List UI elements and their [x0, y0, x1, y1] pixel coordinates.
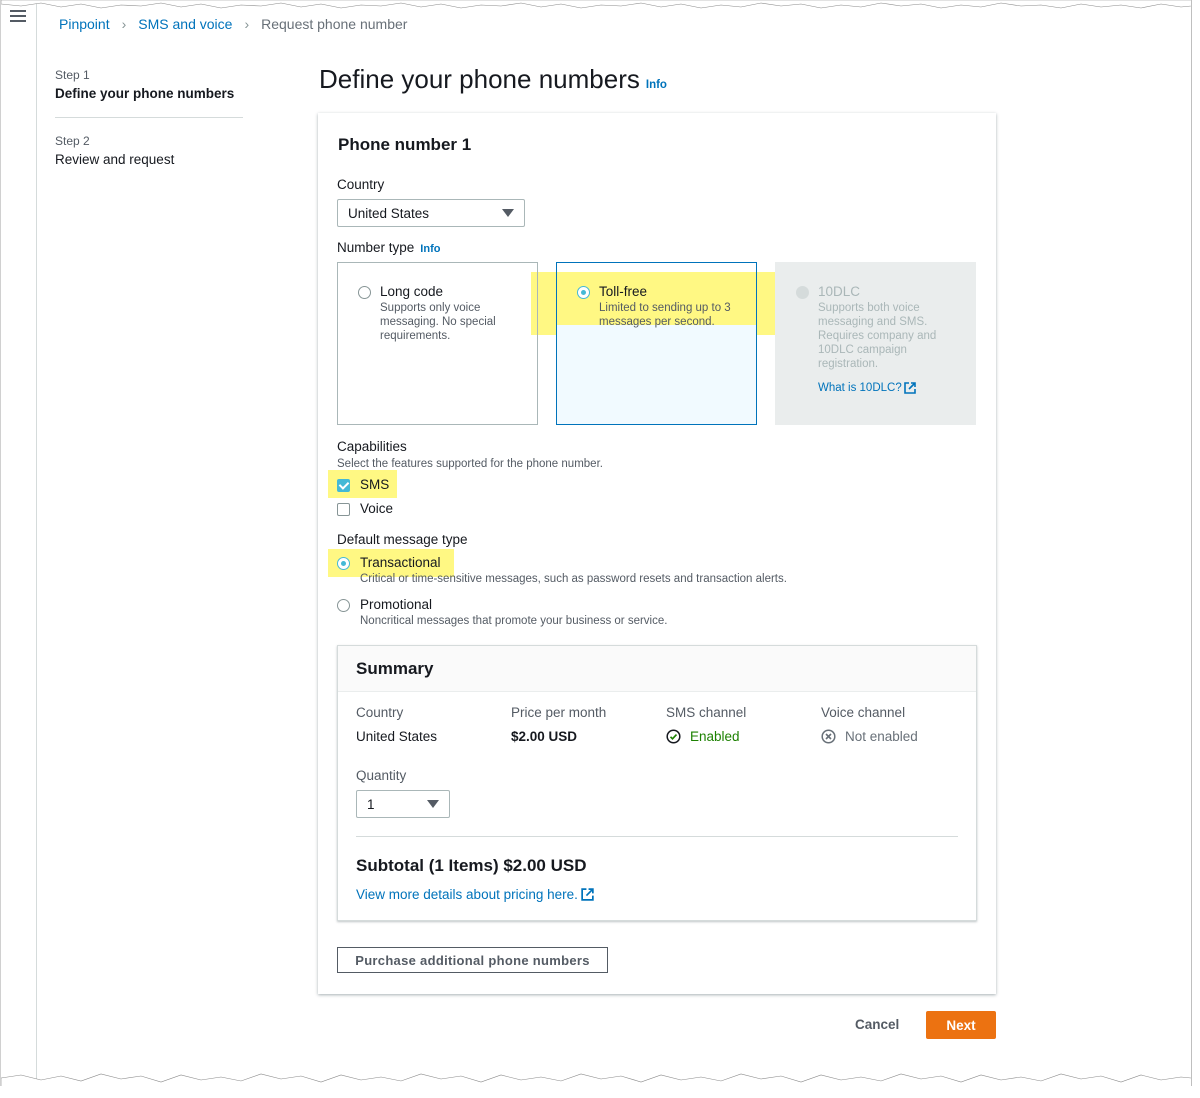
summary-price-label: Price per month [511, 705, 607, 720]
10dlc-radio [796, 286, 809, 299]
external-link-icon [903, 382, 916, 394]
what-is-10dlc-text: What is 10DLC? [818, 382, 902, 394]
summary-price-value: $2.00 USD [511, 729, 578, 744]
tile-selected-bg [557, 325, 756, 424]
summary-voice-status: Not enabled [821, 729, 971, 744]
number-type-10dlc: 10DLC Supports both voice messaging and … [775, 262, 976, 425]
cancel-button[interactable]: Cancel [855, 1017, 899, 1032]
number-type-label-text: Number type [337, 240, 415, 255]
step-title: Review and request [55, 152, 175, 167]
caret-down-icon [502, 209, 514, 217]
step-number: Step 1 [55, 68, 90, 82]
summary-country-value: United States [356, 729, 438, 744]
quantity-select[interactable]: 1 [356, 790, 450, 818]
number-type-info-link[interactable]: Info [420, 243, 440, 255]
info-link[interactable]: Info [646, 79, 667, 91]
tile-description: Supports only voice messaging. No specia… [380, 302, 496, 342]
external-link-icon [581, 888, 594, 901]
torn-edge-top [1, 0, 1191, 9]
page-title-text: Define your phone numbers [319, 64, 640, 94]
breadcrumb: Pinpoint › SMS and voice › Request phone… [59, 16, 407, 32]
x-circle-icon [821, 729, 836, 744]
wizard-steps: Step 1 Define your phone numbers Step 2 … [55, 68, 243, 167]
quantity-label: Quantity [356, 768, 407, 783]
step-2: Step 2 Review and request [55, 134, 243, 167]
subtotal: Subtotal (1 Items) $2.00 USD [356, 856, 587, 875]
number-type-toll-free[interactable]: Toll-free Limited to sending up to 3 mes… [556, 262, 757, 425]
breadcrumb-pinpoint[interactable]: Pinpoint [59, 16, 110, 32]
phone-number-panel: Phone number 1 Country United States Num… [318, 113, 996, 994]
capabilities-description: Select the features supported for the ph… [337, 458, 603, 470]
summary-sms-value: Enabled [690, 729, 740, 744]
summary-sms-label: SMS channel [666, 705, 747, 720]
summary-container: Summary Country United States Price per … [337, 645, 977, 921]
summary-sms-status: Enabled [666, 729, 816, 744]
voice-checkbox[interactable] [337, 503, 350, 516]
step-number: Step 2 [55, 134, 90, 148]
page-title: Define your phone numbers Info [319, 64, 667, 95]
side-navigation-rail [1, 0, 37, 1086]
what-is-10dlc-link[interactable]: What is 10DLC? [818, 381, 917, 395]
step-1[interactable]: Step 1 Define your phone numbers [55, 68, 243, 101]
summary-country: Country United States [356, 705, 506, 744]
promotional-radio[interactable] [337, 599, 350, 612]
capabilities-label: Capabilities [337, 439, 407, 454]
promotional-label: Promotional [360, 597, 433, 612]
transactional-description: Critical or time-sensitive messages, suc… [360, 573, 787, 585]
summary-voice-label: Voice channel [821, 705, 906, 720]
long-code-radio[interactable] [358, 286, 371, 299]
summary-divider [356, 836, 958, 837]
chevron-right-icon: › [244, 16, 250, 32]
country-select-value: United States [348, 205, 430, 221]
country-label: Country [337, 177, 385, 192]
summary-voice-channel: Voice channel Not enabled [821, 705, 971, 744]
country-select[interactable]: United States [337, 199, 525, 227]
check-circle-icon [666, 729, 681, 744]
summary-price: Price per month $2.00 USD [511, 705, 661, 744]
summary-title: Summary [338, 646, 976, 692]
transactional-label: Transactional [360, 555, 441, 570]
tile-description: Supports both voice messaging and SMS. R… [818, 302, 937, 370]
torn-edge-bottom [1, 1073, 1191, 1086]
pricing-details-link[interactable]: View more details about pricing here. [356, 887, 595, 902]
message-type-label: Default message type [337, 532, 468, 547]
transactional-radio[interactable] [337, 557, 350, 570]
tile-title: Long code [380, 284, 444, 299]
quantity-select-value: 1 [367, 796, 375, 812]
number-type-long-code[interactable]: Long code Supports only voice messaging.… [337, 262, 538, 425]
pricing-details-text: View more details about pricing here. [356, 887, 578, 902]
next-button[interactable]: Next [926, 1011, 996, 1039]
tile-description: Limited to sending up to 3 messages per … [599, 302, 731, 328]
purchase-additional-button[interactable]: Purchase additional phone numbers [337, 947, 608, 973]
number-type-label: Number type Info [337, 240, 440, 255]
breadcrumb-sms-and-voice[interactable]: SMS and voice [138, 16, 232, 32]
promotional-description: Noncritical messages that promote your b… [360, 615, 668, 627]
summary-country-label: Country [356, 705, 404, 720]
panel-title: Phone number 1 [338, 135, 472, 154]
step-title: Define your phone numbers [55, 86, 235, 101]
tile-title: Toll-free [599, 284, 648, 299]
page-frame: Pinpoint › SMS and voice › Request phone… [0, 0, 1192, 1086]
breadcrumb-current: Request phone number [261, 16, 408, 32]
caret-down-icon [427, 800, 439, 808]
summary-voice-value: Not enabled [845, 729, 918, 744]
chevron-right-icon: › [121, 16, 127, 32]
summary-sms-channel: SMS channel Enabled [666, 705, 816, 744]
toll-free-radio[interactable] [577, 286, 590, 299]
sms-checkbox[interactable] [337, 479, 350, 492]
step-divider [55, 117, 243, 118]
voice-checkbox-label: Voice [360, 501, 394, 516]
sms-checkbox-label: SMS [360, 477, 390, 492]
tile-title: 10DLC [818, 284, 861, 299]
